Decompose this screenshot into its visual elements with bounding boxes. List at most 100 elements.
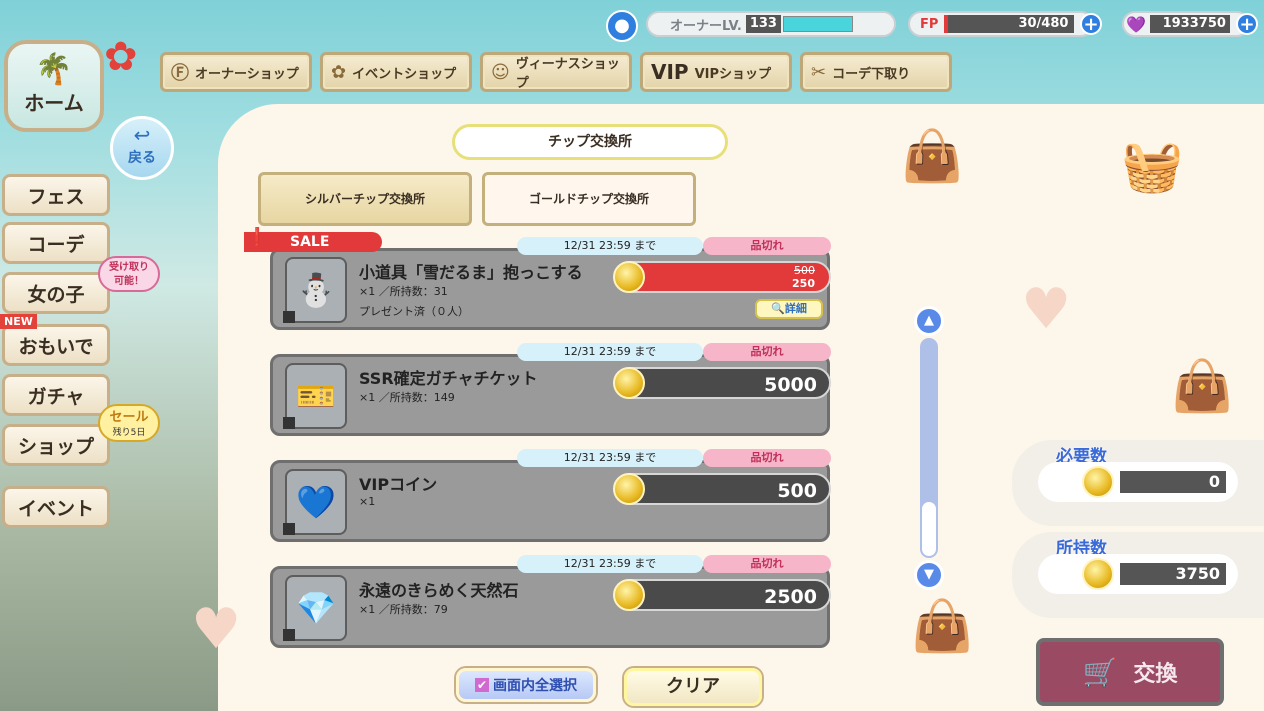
price-bar: 2500 bbox=[613, 579, 831, 611]
fp-icon: Ⓕ bbox=[171, 63, 189, 84]
sold-out-tag: 品切れ bbox=[703, 449, 831, 467]
owner-level-label: オーナーLV. bbox=[670, 18, 742, 34]
item-card[interactable]: 12/31 23:59 まで 品切れ ⛄ 小道具「雪だるま」抱っこする ×1 ／… bbox=[270, 237, 831, 330]
price: 5000 bbox=[764, 374, 817, 396]
scroll-down-button[interactable]: ▼ bbox=[914, 560, 944, 590]
required-value: 0 bbox=[1120, 471, 1226, 493]
bag-decoration-icon: 👜 bbox=[901, 127, 964, 185]
tab-label: ヴィーナスショップ bbox=[515, 57, 620, 91]
checkbox-icon: ✔ bbox=[474, 678, 490, 692]
old-price: 500 bbox=[794, 264, 815, 277]
fp-add-button[interactable]: + bbox=[1080, 13, 1102, 35]
item-present-status: プレゼント済（０人） bbox=[359, 305, 469, 318]
deadline-tag: 12/31 23:59 まで bbox=[517, 555, 703, 573]
detail-label: 詳細 bbox=[784, 302, 807, 315]
owner-level-bar: オーナーLV. 133 bbox=[646, 11, 896, 37]
tab-label: VIPショップ bbox=[694, 66, 772, 82]
tab-label: イベントショップ bbox=[352, 66, 457, 82]
item-quantity: ×1 ／所持数：31 bbox=[359, 285, 448, 298]
new-badge: NEW bbox=[0, 314, 37, 329]
owned-panel: 所持数 3750 bbox=[1012, 532, 1264, 618]
required-panel: 必要数 0 bbox=[1012, 440, 1264, 526]
bag-decoration-icon: 👜 bbox=[1171, 357, 1234, 415]
vip-icon: VIP bbox=[651, 60, 689, 84]
detail-button[interactable]: 🔍詳細 bbox=[755, 299, 823, 319]
nav-coordinate[interactable]: コーデ bbox=[2, 222, 110, 264]
price-bar: 500 bbox=[613, 473, 831, 505]
basket-decoration-icon: 🧺 bbox=[1121, 137, 1184, 195]
scrollbar-thumb[interactable] bbox=[922, 502, 936, 556]
back-button[interactable]: ↩ 戻る bbox=[110, 116, 174, 180]
bag-decoration-icon: 👜 bbox=[911, 597, 974, 655]
alert-icon: ❗ bbox=[246, 227, 269, 248]
select-checkbox[interactable] bbox=[283, 629, 295, 641]
nav-label: 女の子 bbox=[27, 283, 85, 306]
deadline-tag: 12/31 23:59 まで bbox=[517, 237, 703, 255]
owner-level-value: 133 bbox=[745, 15, 781, 33]
select-all-label: 画面内全選択 bbox=[493, 678, 578, 694]
clear-button[interactable]: クリア bbox=[624, 668, 762, 706]
tab-label: コーデ下取り bbox=[832, 66, 911, 82]
nav-event[interactable]: イベント bbox=[2, 486, 110, 528]
item-name: 小道具「雪だるま」抱っこする bbox=[359, 263, 583, 282]
nav-label: コーデ bbox=[27, 233, 85, 256]
sale-price: 250 bbox=[792, 277, 815, 290]
tab-tradein[interactable]: ✂ コーデ下取り bbox=[800, 52, 952, 92]
nav-girls[interactable]: 女の子 bbox=[2, 272, 110, 314]
tab-event-shop[interactable]: ✿ イベントショップ bbox=[320, 52, 472, 92]
select-all-button[interactable]: ✔ 画面内全選択 bbox=[456, 668, 596, 702]
coin-icon bbox=[613, 367, 645, 399]
coin-icon bbox=[613, 579, 645, 611]
scrollbar-track[interactable] bbox=[920, 338, 938, 558]
girls-claim-badge: 受け取り 可能！ bbox=[98, 256, 160, 292]
home-button[interactable]: 🌴 ホーム bbox=[4, 40, 104, 132]
nav-fes[interactable]: フェス bbox=[2, 174, 110, 216]
sale-label: SALE bbox=[290, 234, 330, 250]
exchange-title: チップ交換所 bbox=[452, 124, 728, 160]
gem-icon: 💜 bbox=[1126, 14, 1146, 34]
tab-owner-shop[interactable]: Ⓕ オーナーショップ bbox=[160, 52, 312, 92]
item-name: 永遠のきらめく天然石 bbox=[359, 581, 519, 600]
cart-icon: 🛒 bbox=[1082, 655, 1118, 689]
sale-badge-sub: 残り5日 bbox=[112, 428, 146, 438]
tab-gold-chip[interactable]: ゴールドチップ交換所 bbox=[482, 172, 696, 226]
nav-gacha[interactable]: ガチャ bbox=[2, 374, 110, 416]
heart-decoration-icon: ♥ bbox=[191, 597, 242, 662]
sold-out-tag: 品切れ bbox=[703, 237, 831, 255]
avatar-icon[interactable]: ● bbox=[606, 10, 638, 42]
item-card[interactable]: 12/31 23:59 まで 品切れ 🎫 SSR確定ガチャチケット ×1 ／所持… bbox=[270, 343, 831, 436]
sold-out-tag: 品切れ bbox=[703, 343, 831, 361]
nav-shop[interactable]: ショップ bbox=[2, 424, 110, 466]
item-card[interactable]: 12/31 23:59 まで 品切れ 💙 VIPコイン ×1 500 bbox=[270, 449, 831, 542]
deadline-tag: 12/31 23:59 まで bbox=[517, 449, 703, 467]
tab-silver-chip[interactable]: シルバーチップ交換所 bbox=[258, 172, 472, 226]
scroll-up-button[interactable]: ▲ bbox=[914, 306, 944, 336]
fp-value: 30/480 bbox=[944, 15, 1075, 33]
item-quantity: ×1 ／所持数：79 bbox=[359, 603, 448, 616]
sold-out-tag: 品切れ bbox=[703, 555, 831, 573]
back-label: 戻る bbox=[128, 150, 156, 166]
tab-venus-shop[interactable]: ☺ ヴィーナスショップ bbox=[480, 52, 632, 92]
home-label: ホーム bbox=[24, 91, 84, 115]
select-checkbox[interactable] bbox=[283, 311, 295, 323]
item-card[interactable]: 12/31 23:59 まで 品切れ 💎 永遠のきらめく天然石 ×1 ／所持数：… bbox=[270, 555, 831, 648]
nav-memories[interactable]: おもいで bbox=[2, 324, 110, 366]
price: 2500 bbox=[764, 586, 817, 608]
fp-bar: FP 30/480 bbox=[908, 11, 1094, 37]
venus-icon: ☺ bbox=[491, 61, 510, 83]
tab-vip-shop[interactable]: VIP VIPショップ bbox=[640, 52, 792, 92]
price: 500 bbox=[777, 480, 817, 502]
exchange-button[interactable]: 🛒 交換 bbox=[1036, 638, 1224, 706]
coin-icon bbox=[613, 473, 645, 505]
nav-label: ガチャ bbox=[27, 385, 85, 408]
coin-icon bbox=[1082, 558, 1114, 590]
select-checkbox[interactable] bbox=[283, 417, 295, 429]
nav-label: ショップ bbox=[17, 435, 94, 458]
item-quantity: ×1 ／所持数：149 bbox=[359, 391, 455, 404]
item-name: SSR確定ガチャチケット bbox=[359, 369, 538, 388]
item-quantity: ×1 bbox=[359, 495, 376, 508]
magnifier-icon: 🔍 bbox=[771, 302, 785, 315]
tradein-icon: ✂ bbox=[811, 61, 827, 83]
gem-add-button[interactable]: + bbox=[1236, 13, 1258, 35]
select-checkbox[interactable] bbox=[283, 523, 295, 535]
